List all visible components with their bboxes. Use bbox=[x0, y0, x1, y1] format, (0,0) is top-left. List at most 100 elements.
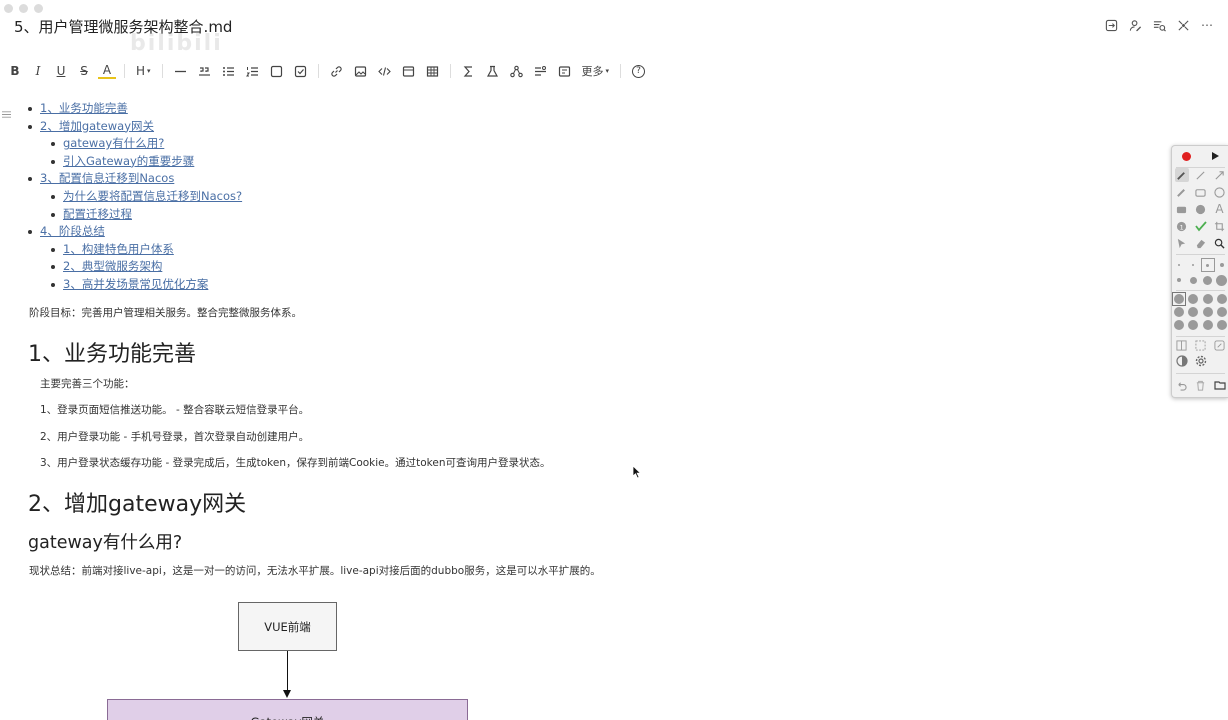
toc-item[interactable]: 2、典型微服务架构 bbox=[50, 258, 242, 276]
text-tool-icon[interactable]: A bbox=[1213, 202, 1227, 216]
toc-link[interactable]: 3、高并发场景常见优化方案 bbox=[63, 277, 208, 291]
color-swatch[interactable] bbox=[1215, 318, 1228, 332]
more-icon[interactable]: ⋯ bbox=[1200, 18, 1214, 32]
embed-icon[interactable] bbox=[555, 60, 574, 82]
stroke-size-xl[interactable] bbox=[1172, 273, 1186, 287]
split-icon[interactable] bbox=[1175, 338, 1189, 352]
stroke-size-s[interactable] bbox=[1186, 258, 1200, 272]
filled-rectangle-icon[interactable] bbox=[1175, 202, 1189, 216]
toc-link[interactable]: gateway有什么用? bbox=[63, 136, 164, 150]
filled-circle-icon[interactable] bbox=[1194, 202, 1208, 216]
color-swatch[interactable] bbox=[1186, 318, 1200, 332]
checkbox-checked-icon[interactable] bbox=[291, 60, 310, 82]
gear-icon[interactable] bbox=[1194, 354, 1208, 368]
stroke-size-l[interactable] bbox=[1215, 258, 1228, 272]
code-icon[interactable] bbox=[375, 60, 394, 82]
editor-content[interactable]: 1、业务功能完善 2、增加gateway网关 gateway有什么用? 引入Ga… bbox=[0, 96, 1160, 720]
color-swatch[interactable] bbox=[1201, 292, 1215, 306]
crop-icon[interactable] bbox=[1213, 219, 1227, 233]
italic-button[interactable]: I bbox=[29, 60, 47, 82]
stroke-size-4xl[interactable] bbox=[1215, 273, 1228, 287]
toc-item[interactable]: 1、构建特色用户体系 bbox=[50, 241, 242, 259]
record-icon[interactable] bbox=[1179, 149, 1193, 163]
toc-item[interactable]: 3、配置信息迁移到Nacos bbox=[27, 170, 242, 188]
underline-button[interactable]: U bbox=[52, 60, 70, 82]
toc-item[interactable]: 3、高并发场景常见优化方案 bbox=[50, 276, 242, 294]
highlight-button[interactable]: A bbox=[98, 63, 116, 79]
step-number-icon[interactable]: 1 bbox=[1175, 219, 1189, 233]
code-block-icon[interactable] bbox=[399, 60, 418, 82]
color-swatch[interactable] bbox=[1172, 292, 1187, 306]
color-swatch[interactable] bbox=[1186, 305, 1200, 319]
window-controls[interactable] bbox=[4, 4, 43, 13]
toc-toggle-icon[interactable] bbox=[2, 110, 11, 122]
more-dropdown[interactable]: 更多 ▾ bbox=[579, 60, 613, 82]
stroke-size-m[interactable] bbox=[1200, 258, 1215, 272]
color-swatch[interactable] bbox=[1215, 292, 1228, 306]
link-icon[interactable] bbox=[327, 60, 346, 82]
line-icon[interactable] bbox=[1194, 168, 1208, 182]
toc-item[interactable]: 为什么要将配置信息迁移到Nacos? bbox=[50, 188, 242, 206]
close-window-button[interactable] bbox=[4, 4, 13, 13]
user-edit-icon[interactable] bbox=[1128, 18, 1142, 32]
select-area-icon[interactable] bbox=[1194, 338, 1208, 352]
toc-link[interactable]: 2、典型微服务架构 bbox=[63, 259, 162, 273]
toc-item[interactable]: 2、增加gateway网关 bbox=[27, 118, 242, 136]
stroke-size-xxl[interactable] bbox=[1186, 273, 1200, 287]
strikethrough-button[interactable]: S bbox=[75, 60, 93, 82]
color-swatch[interactable] bbox=[1201, 318, 1215, 332]
stroke-size-3xl[interactable] bbox=[1201, 273, 1215, 287]
color-swatch[interactable] bbox=[1186, 292, 1200, 306]
zoom-icon[interactable] bbox=[1213, 236, 1227, 250]
share-icon[interactable] bbox=[1104, 18, 1118, 32]
contrast-icon[interactable] bbox=[1175, 354, 1189, 368]
toc-item[interactable]: gateway有什么用? bbox=[50, 135, 242, 153]
folder-icon[interactable] bbox=[1213, 378, 1227, 392]
heading-dropdown[interactable]: H ▾ bbox=[133, 60, 154, 82]
toc-item[interactable]: 1、业务功能完善 bbox=[27, 100, 242, 118]
image-icon[interactable] bbox=[351, 60, 370, 82]
toc-link[interactable]: 3、配置信息迁移到Nacos bbox=[40, 171, 174, 185]
cursor-tool-icon[interactable] bbox=[1175, 236, 1189, 250]
diagram-icon[interactable] bbox=[507, 60, 526, 82]
checkmark-icon[interactable] bbox=[1194, 219, 1208, 233]
play-icon[interactable] bbox=[1208, 149, 1222, 163]
ellipse-icon[interactable] bbox=[1213, 185, 1227, 199]
toc-link[interactable]: 1、构建特色用户体系 bbox=[63, 242, 174, 256]
ordered-list-icon[interactable] bbox=[243, 60, 262, 82]
bullet-list-icon[interactable] bbox=[219, 60, 238, 82]
undo-icon[interactable] bbox=[1175, 378, 1189, 392]
flask-icon[interactable] bbox=[483, 60, 502, 82]
toc-link[interactable]: 引入Gateway的重要步骤 bbox=[63, 154, 194, 168]
mindmap-icon[interactable] bbox=[1176, 18, 1190, 32]
horizontal-rule-icon[interactable] bbox=[171, 60, 190, 82]
bold-button[interactable]: B bbox=[6, 60, 24, 82]
toc-item[interactable]: 4、阶段总结 bbox=[27, 223, 242, 241]
annotation-palette[interactable]: A 1 bbox=[1171, 145, 1228, 398]
formula-icon[interactable] bbox=[459, 60, 478, 82]
toc-link[interactable]: 配置迁移过程 bbox=[63, 207, 132, 221]
rectangle-icon[interactable] bbox=[1194, 185, 1208, 199]
table-icon[interactable] bbox=[423, 60, 442, 82]
toc-item[interactable]: 配置迁移过程 bbox=[50, 206, 242, 224]
color-swatch[interactable] bbox=[1201, 305, 1215, 319]
pointer-line-icon[interactable] bbox=[1175, 185, 1189, 199]
zoom-window-button[interactable] bbox=[34, 4, 43, 13]
timeline-icon[interactable] bbox=[531, 60, 550, 82]
color-swatch[interactable] bbox=[1172, 318, 1186, 332]
checkbox-empty-icon[interactable] bbox=[267, 60, 286, 82]
edit-area-icon[interactable] bbox=[1213, 338, 1227, 352]
toc-item[interactable]: 引入Gateway的重要步骤 bbox=[50, 153, 242, 171]
toc-link[interactable]: 为什么要将配置信息迁移到Nacos? bbox=[63, 189, 242, 203]
brush-icon[interactable] bbox=[1174, 168, 1189, 182]
trash-icon[interactable] bbox=[1194, 378, 1208, 392]
arrow-tool-icon[interactable] bbox=[1213, 168, 1227, 182]
help-icon[interactable]: ? bbox=[629, 60, 648, 82]
outline-icon[interactable] bbox=[1152, 18, 1166, 32]
eraser-icon[interactable] bbox=[1194, 236, 1208, 250]
minimize-window-button[interactable] bbox=[19, 4, 28, 13]
quote-icon[interactable] bbox=[195, 60, 214, 82]
color-swatch[interactable] bbox=[1215, 305, 1228, 319]
toc-link[interactable]: 4、阶段总结 bbox=[40, 224, 105, 238]
color-swatch[interactable] bbox=[1172, 305, 1186, 319]
